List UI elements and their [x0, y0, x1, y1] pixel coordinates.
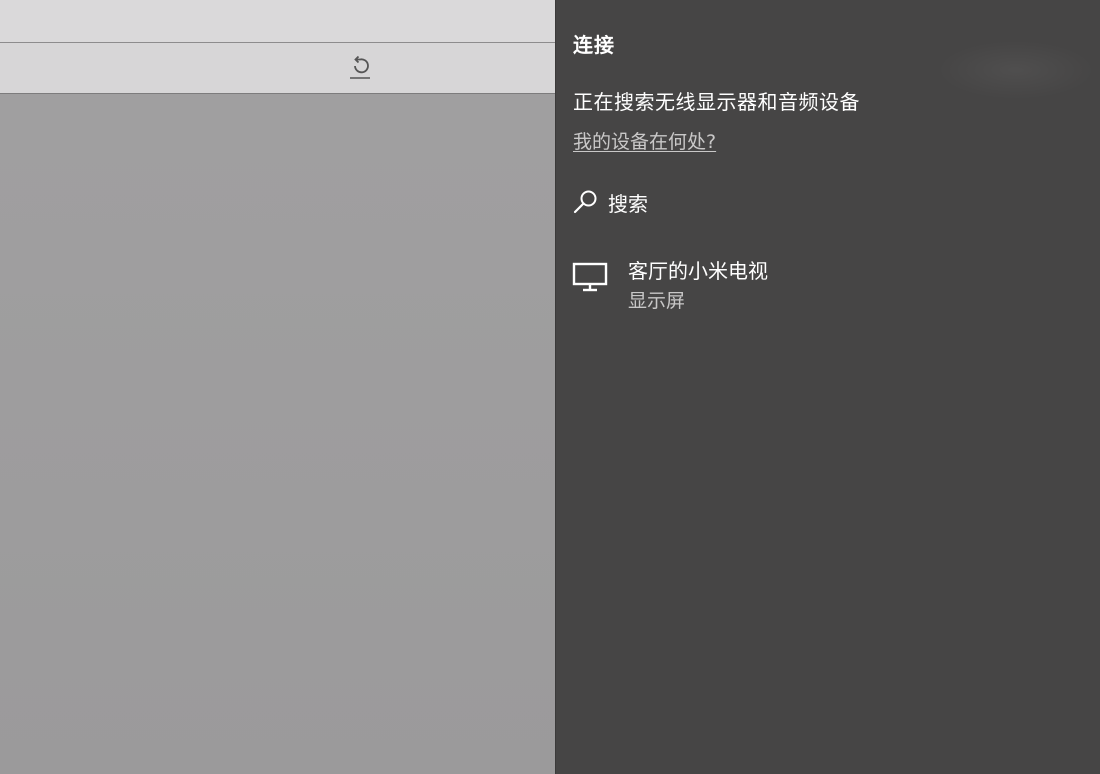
refresh-icon: [347, 53, 373, 85]
connect-pane: 连接 正在搜索无线显示器和音频设备 我的设备在何处? 搜索 客厅的小米电视 显示…: [555, 0, 1100, 774]
pane-title: 连接: [573, 33, 615, 57]
device-name: 客厅的小米电视: [628, 259, 768, 283]
window-title-bar: [0, 0, 556, 43]
background-window: [0, 0, 556, 774]
monitor-icon: [571, 260, 611, 294]
refresh-button[interactable]: [344, 53, 376, 85]
window-toolbar: [0, 43, 556, 94]
search-label: 搜索: [608, 191, 648, 216]
device-type: 显示屏: [628, 290, 686, 312]
search-icon: [571, 187, 601, 217]
device-list-item[interactable]: 客厅的小米电视 显示屏: [571, 252, 1071, 314]
search-status-text: 正在搜索无线显示器和音频设备: [573, 90, 860, 114]
where-is-my-device-link[interactable]: 我的设备在何处?: [573, 127, 716, 154]
search-button[interactable]: 搜索: [571, 186, 648, 218]
pane-glow: [936, 40, 1096, 100]
